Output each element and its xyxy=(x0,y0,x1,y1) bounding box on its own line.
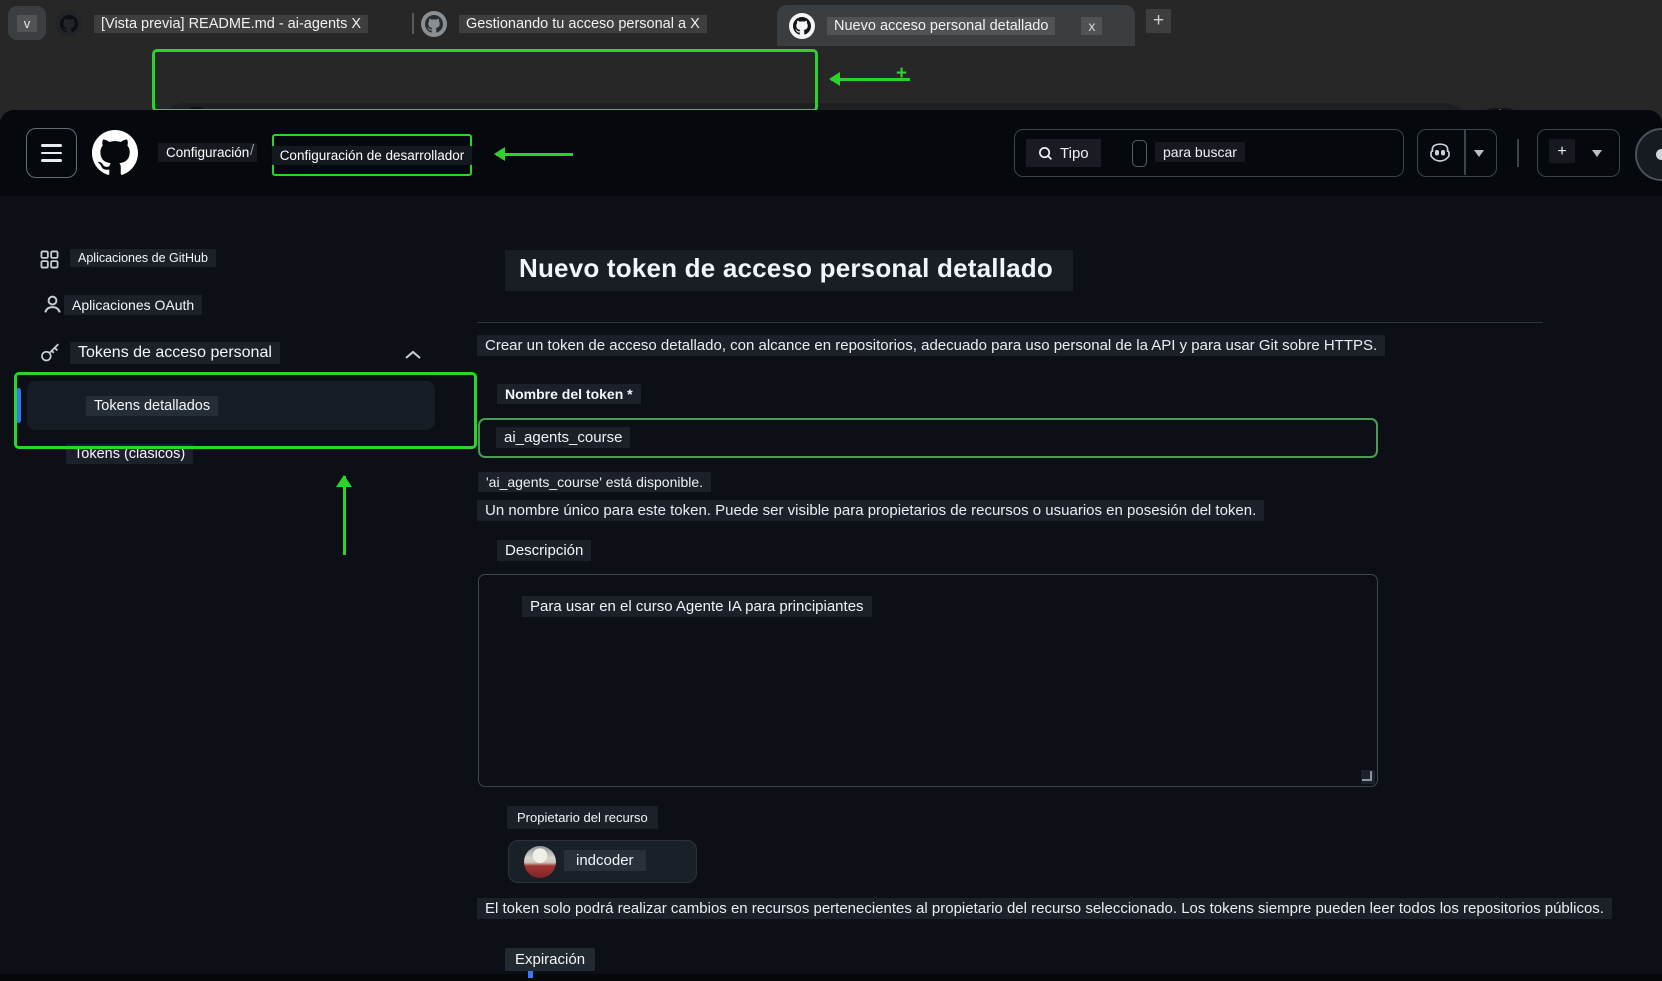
browser-toolbar: Ô https://github.com/settings/personal-a… xyxy=(0,46,1662,110)
browser-tab-bar: v [Vista previa] README.md - ai-agents X… xyxy=(0,0,1662,46)
resource-owner-button[interactable]: indcoder xyxy=(508,840,697,883)
intro-text: Crear un token de acceso detallado, con … xyxy=(477,335,1385,356)
token-name-help: Un nombre único para este token. Puede s… xyxy=(477,500,1264,521)
search-label: Tipo xyxy=(1060,145,1089,162)
owner-avatar xyxy=(524,846,556,878)
bottom-edge xyxy=(0,974,1662,981)
search-suffix: para buscar xyxy=(1155,142,1245,162)
breadcrumb-developer-settings[interactable]: Configuración de desarrollador xyxy=(272,146,473,165)
annotation-box-sidebar xyxy=(14,372,477,449)
person-icon xyxy=(42,294,63,315)
resize-grip-icon[interactable] xyxy=(1361,770,1375,784)
tab-close-icon[interactable]: x xyxy=(1081,17,1102,35)
sidebar-item-oauth-apps[interactable]: Aplicaciones OAuth xyxy=(64,295,202,315)
description-value: Para usar en el curso Agente IA para pri… xyxy=(522,596,872,617)
github-favicon xyxy=(421,11,447,37)
tab-separator xyxy=(412,13,414,34)
tab-title: [Vista previa] README.md - ai-agents X xyxy=(94,15,368,33)
expiration-label: Expiración xyxy=(505,948,595,971)
search-icon xyxy=(1038,146,1053,161)
plus-icon: + xyxy=(1549,139,1575,163)
annotation-box-url xyxy=(152,49,818,112)
annotation-arrow-breadcrumb xyxy=(487,147,573,161)
page-title: Nuevo token de acceso personal detallado xyxy=(505,250,1073,291)
chevron-up-icon[interactable] xyxy=(403,347,423,363)
chevron-down-icon[interactable] xyxy=(1592,150,1602,162)
github-favicon xyxy=(789,13,815,39)
hamburger-menu-button[interactable] xyxy=(26,128,77,178)
copilot-button-divider xyxy=(1464,130,1466,175)
search-input[interactable]: Tipo para buscar xyxy=(1014,129,1404,177)
create-new-button[interactable]: + xyxy=(1537,129,1620,177)
heading-divider xyxy=(477,322,1543,323)
key-icon xyxy=(38,340,63,365)
breadcrumb-settings-link[interactable]: Configuración xyxy=(158,143,257,162)
breadcrumb: Configuración xyxy=(158,143,257,162)
chevron-down-icon[interactable] xyxy=(1474,150,1484,162)
github-logo-icon[interactable] xyxy=(92,130,138,176)
resource-owner-label: Propietario del recurso xyxy=(507,806,658,829)
tab-readme-preview[interactable]: [Vista previa] README.md - ai-agents X xyxy=(56,4,408,44)
owner-name: indcoder xyxy=(564,850,646,871)
apps-grid-icon xyxy=(40,250,59,269)
new-tab-label: + xyxy=(1146,9,1171,33)
copilot-button[interactable] xyxy=(1417,129,1497,177)
token-name-value: ai_agents_course xyxy=(496,427,630,448)
tab-new-token-active[interactable]: Nuevo acceso personal detallado x xyxy=(777,5,1135,46)
screen: v [Vista previa] README.md - ai-agents X… xyxy=(0,0,1662,981)
tab-title: Gestionando tu acceso personal a X xyxy=(459,15,707,33)
breadcrumb-separator: / xyxy=(250,142,254,159)
tab-title: Nuevo acceso personal detallado xyxy=(827,17,1055,35)
github-favicon xyxy=(56,11,82,37)
tab-managing-access[interactable]: Gestionando tu acceso personal a X xyxy=(421,4,769,44)
github-page: Configuración / Configuración de desarro… xyxy=(0,110,1662,981)
github-header: Configuración / Configuración de desarro… xyxy=(0,110,1662,196)
owner-note: El token solo podrá realizar cambios en … xyxy=(477,898,1612,919)
new-tab-button[interactable]: + xyxy=(1146,9,1171,33)
copilot-face-icon xyxy=(1427,141,1453,165)
token-name-input[interactable]: ai_agents_course xyxy=(478,418,1378,458)
token-name-label: Nombre del token * xyxy=(497,384,641,404)
annotation-arrow-sidebar xyxy=(336,467,352,557)
search-lead: Tipo xyxy=(1026,139,1101,167)
token-name-availability: 'ai_agents_course' está disponible. xyxy=(478,472,711,492)
header-divider xyxy=(1517,139,1519,167)
vertical-tabs-button[interactable]: v xyxy=(8,6,46,40)
sidebar-item-personal-access-tokens[interactable]: Tokens de acceso personal xyxy=(70,342,280,364)
vertical-tabs-label: v xyxy=(17,15,38,32)
annotation-plus: + xyxy=(896,63,907,85)
search-kbd-slash xyxy=(1132,140,1147,167)
description-label: Descripción xyxy=(497,540,591,561)
settings-content: Aplicaciones de GitHub Aplicaciones OAut… xyxy=(0,196,1662,981)
avatar[interactable] xyxy=(1635,128,1662,181)
text-cursor xyxy=(528,971,533,978)
sidebar-item-github-apps[interactable]: Aplicaciones de GitHub xyxy=(70,249,216,267)
annotation-box-breadcrumb: Configuración de desarrollador xyxy=(272,134,472,176)
description-textarea[interactable]: Para usar en el curso Agente IA para pri… xyxy=(478,574,1378,787)
